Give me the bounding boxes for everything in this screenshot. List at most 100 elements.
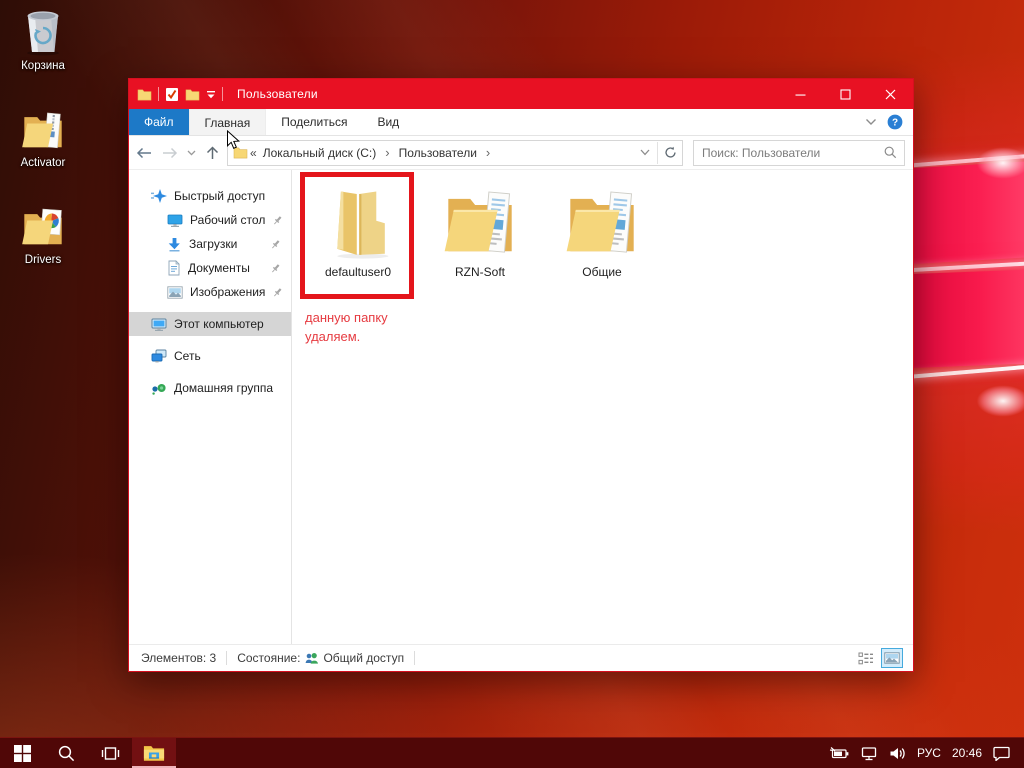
desktop-icon-list: Корзина Activator [8, 6, 78, 297]
volume-icon[interactable] [889, 746, 906, 761]
desktop-icon-label: Drivers [8, 254, 78, 267]
folder-tile-obshchie[interactable]: Общие [546, 181, 658, 279]
breadcrumb-users[interactable]: Пользователи [399, 146, 477, 160]
folder-driverpack-icon [8, 200, 78, 250]
sidebar-item-downloads[interactable]: Загрузки [129, 232, 291, 256]
sidebar-item-network[interactable]: Сеть [129, 344, 291, 368]
tab-file[interactable]: Файл [129, 109, 189, 135]
close-button[interactable] [868, 79, 913, 109]
taskbar-search-button[interactable] [44, 738, 88, 768]
toolbar-caret-icon[interactable] [206, 90, 216, 99]
desktop-icon-activator[interactable]: Activator [8, 103, 78, 170]
large-icons-view-button[interactable] [881, 648, 903, 668]
window-title: Пользователи [237, 87, 318, 101]
toolbar-separator [222, 87, 223, 101]
sidebar-item-this-pc[interactable]: Этот компьютер [129, 312, 291, 336]
state-label: Состояние: [237, 651, 300, 665]
folder-name: defaultuser0 [302, 265, 414, 279]
explorer-folder-icon[interactable] [137, 88, 152, 101]
search-box[interactable] [693, 140, 905, 166]
properties-check-icon[interactable] [165, 87, 179, 102]
forward-button[interactable] [157, 140, 183, 166]
search-input[interactable] [694, 146, 884, 160]
file-explorer-taskbar-button[interactable] [132, 738, 176, 768]
status-bar: Элементов: 3 Состояние: Общий доступ [129, 644, 913, 671]
language-indicator[interactable]: РУС [917, 746, 941, 760]
navigation-pane: Быстрый доступ Рабочий стол Загрузки [129, 170, 291, 644]
pictures-photo-icon [167, 286, 183, 299]
toolbar-separator [158, 87, 159, 101]
collapse-ribbon-chevron-icon[interactable] [865, 118, 877, 126]
desktop-monitor-icon [167, 213, 183, 228]
sidebar-item-homegroup[interactable]: Домашняя группа [129, 376, 291, 400]
task-view-button[interactable] [88, 738, 132, 768]
maximize-button[interactable] [823, 79, 868, 109]
network-tray-icon[interactable] [860, 746, 878, 761]
start-button[interactable] [0, 738, 44, 768]
tab-share[interactable]: Поделиться [266, 109, 362, 135]
recycle-bin-icon [8, 6, 78, 56]
pin-icon [270, 239, 281, 250]
file-explorer-icon [143, 743, 165, 762]
window-controls [778, 79, 913, 109]
quick-access-toolbar [129, 87, 223, 102]
details-view-button[interactable] [855, 648, 877, 668]
state-value: Общий доступ [323, 651, 404, 665]
ribbon-tabs: Файл Главная Поделиться Вид ? [129, 109, 913, 136]
system-tray: РУС 20:46 [829, 738, 1024, 768]
back-button[interactable] [131, 140, 157, 166]
quick-access-star-icon [151, 188, 167, 204]
svg-text:?: ? [892, 118, 898, 129]
items-count: Элементов: 3 [141, 651, 216, 665]
documents-page-icon [167, 260, 181, 276]
pin-icon [272, 287, 283, 298]
pin-icon [272, 215, 283, 226]
new-folder-icon[interactable] [185, 88, 200, 101]
help-icon[interactable]: ? [887, 114, 903, 130]
folder-name: Общие [546, 265, 658, 279]
this-pc-icon [151, 317, 167, 332]
refresh-button[interactable] [658, 142, 682, 164]
clock[interactable]: 20:46 [952, 746, 982, 760]
breadcrumb-separator[interactable]: › [385, 145, 389, 160]
battery-icon[interactable] [829, 746, 849, 760]
address-dropdown-chevron-icon[interactable] [633, 142, 657, 164]
search-icon[interactable] [884, 146, 904, 159]
folder-tile-rzn-soft[interactable]: RZN-Soft [424, 181, 536, 279]
address-bar[interactable]: « Локальный диск (C:) › Пользователи › [227, 140, 683, 166]
desktop-icon-drivers[interactable]: Drivers [8, 200, 78, 267]
folder-empty-icon [302, 181, 414, 263]
up-button[interactable] [199, 140, 225, 166]
breadcrumb-collapsed-marker[interactable]: « [250, 146, 257, 160]
downloads-arrow-icon [167, 237, 182, 252]
taskbar: РУС 20:46 [0, 737, 1024, 768]
navigation-bar: « Локальный диск (C:) › Пользователи › [129, 136, 913, 170]
folder-with-files-icon [424, 181, 536, 263]
file-list: defaultuser0 [292, 170, 913, 644]
explorer-window: Пользователи Файл Главная Поделиться Вид… [128, 78, 914, 672]
tab-home[interactable]: Главная [189, 109, 267, 135]
recent-locations-chevron-icon[interactable] [183, 140, 199, 166]
sidebar-item-pictures[interactable]: Изображения [129, 280, 291, 304]
status-separator [226, 651, 227, 665]
pin-icon [270, 263, 281, 274]
title-bar[interactable]: Пользователи [129, 79, 913, 109]
folder-with-files-icon [546, 181, 658, 263]
notification-center-icon[interactable] [993, 746, 1010, 761]
sidebar-item-documents[interactable]: Документы [129, 256, 291, 280]
address-folder-icon [233, 146, 248, 159]
tab-view[interactable]: Вид [362, 109, 414, 135]
folder-zip-icon [8, 103, 78, 153]
folder-tile-defaultuser0[interactable]: defaultuser0 [302, 181, 414, 279]
shared-people-icon [304, 652, 319, 665]
desktop-icon-recycle-bin[interactable]: Корзина [8, 6, 78, 73]
sidebar-item-desktop[interactable]: Рабочий стол [129, 208, 291, 232]
homegroup-icon [151, 381, 167, 396]
annotation-text: данную папку удаляем. [305, 308, 388, 346]
sidebar-item-quick-access[interactable]: Быстрый доступ [129, 184, 291, 208]
folder-name: RZN-Soft [424, 265, 536, 279]
breadcrumb-separator[interactable]: › [486, 145, 490, 160]
breadcrumb-drive[interactable]: Локальный диск (C:) [263, 146, 377, 160]
desktop-icon-label: Activator [8, 157, 78, 170]
minimize-button[interactable] [778, 79, 823, 109]
